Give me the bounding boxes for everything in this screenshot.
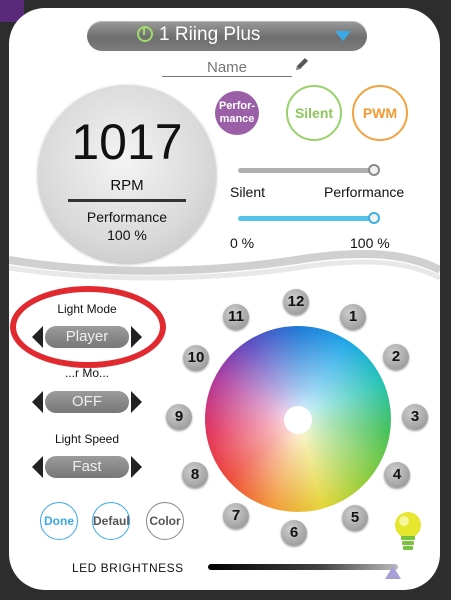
- pencil-icon[interactable]: [294, 56, 310, 72]
- name-input[interactable]: [162, 58, 292, 77]
- led-button-9[interactable]: 9: [166, 404, 192, 430]
- led-button-2[interactable]: 2: [383, 344, 409, 370]
- chevron-right-icon[interactable]: [131, 391, 142, 413]
- performance-mode-button[interactable]: Perfor- mance: [215, 91, 259, 135]
- led-button-8[interactable]: 8: [182, 462, 208, 488]
- default-button[interactable]: Defaul: [92, 502, 130, 540]
- light-speed-label: Light Speed: [54, 432, 120, 446]
- light-speed-value[interactable]: Fast: [45, 456, 129, 478]
- color-button[interactable]: Color: [146, 502, 184, 540]
- chevron-right-icon[interactable]: [131, 456, 142, 478]
- rpm-unit: RPM: [110, 177, 144, 194]
- led-brightness-handle[interactable]: [385, 566, 401, 579]
- secondary-mode-value[interactable]: OFF: [45, 391, 129, 413]
- led-brightness-label: LED BRIGHTNESS: [72, 561, 184, 575]
- chevron-down-icon[interactable]: [335, 31, 351, 41]
- performance-mode-label: Perfor- mance: [218, 100, 256, 125]
- pwm-mode-label: PWM: [362, 105, 398, 121]
- led-brightness-slider[interactable]: [208, 564, 398, 570]
- led-button-7[interactable]: 7: [223, 503, 249, 529]
- slider-label-silent: Silent: [230, 184, 266, 200]
- device-dropdown[interactable]: 1 Riing Plus: [87, 21, 367, 51]
- pwm-mode-button[interactable]: PWM: [352, 85, 408, 141]
- percent-slider-handle[interactable]: [368, 212, 380, 224]
- led-button-5[interactable]: 5: [342, 505, 368, 531]
- gauge-divider: [68, 199, 186, 202]
- percent-slider-track[interactable]: [238, 216, 376, 221]
- slider-label-performance: Performance: [324, 184, 405, 200]
- silent-mode-button[interactable]: Silent: [286, 85, 342, 141]
- led-button-4[interactable]: 4: [384, 462, 410, 488]
- device-name: 1 Riing Plus: [159, 24, 261, 45]
- led-button-10[interactable]: 10: [183, 345, 209, 371]
- led-button-3[interactable]: 3: [402, 404, 428, 430]
- chevron-left-icon[interactable]: [32, 391, 43, 413]
- rpm-value: 1017: [71, 114, 183, 170]
- silent-mode-label: Silent: [294, 105, 334, 121]
- fan-speed-slider-handle[interactable]: [368, 164, 380, 176]
- rpm-gauge: 1017 RPM Performance 100 %: [38, 85, 216, 263]
- fan-speed-slider-track[interactable]: [238, 168, 376, 173]
- secondary-mode-label: ...r Mo...: [64, 366, 109, 380]
- led-button-12[interactable]: 12: [283, 289, 309, 315]
- gauge-mode: Performance: [86, 209, 168, 225]
- power-icon: [137, 26, 153, 42]
- led-button-1[interactable]: 1: [340, 304, 366, 330]
- led-button-6[interactable]: 6: [281, 520, 307, 546]
- done-button[interactable]: Done: [40, 502, 78, 540]
- lightbulb-icon[interactable]: [390, 510, 426, 554]
- color-wheel-center: [284, 406, 312, 434]
- chevron-left-icon[interactable]: [32, 456, 43, 478]
- led-button-11[interactable]: 11: [223, 304, 249, 330]
- highlight-ring: [10, 286, 166, 368]
